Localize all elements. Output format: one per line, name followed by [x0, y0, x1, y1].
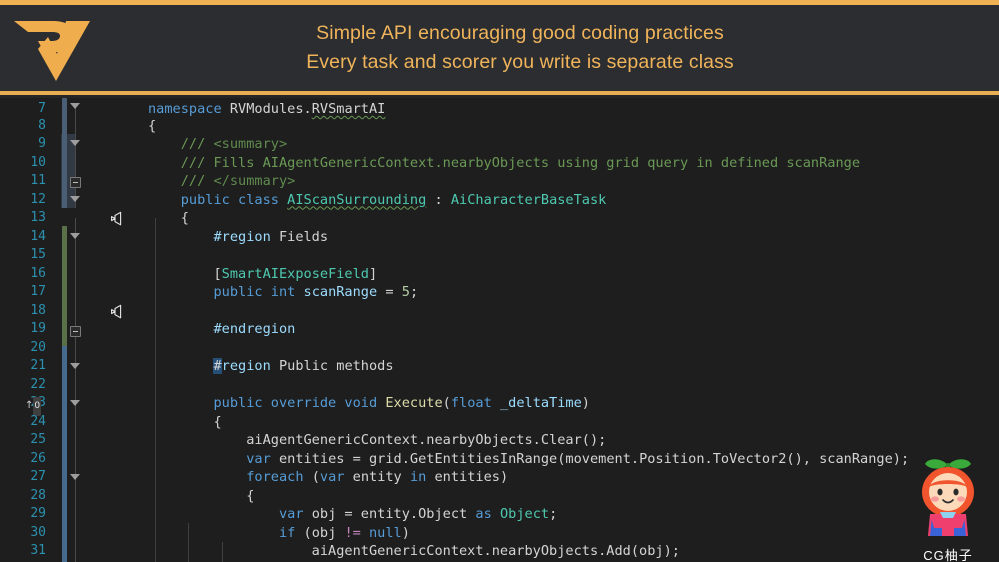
line-content: foreach (var entity in entities): [246, 469, 509, 485]
line-content: aiAgentGenericContext.nearbyObjects.Clea…: [148, 432, 607, 448]
code-line-list: 7 namespace RVModules.RVSmartAI 8 { 9 //…: [0, 98, 999, 562]
line-content: /// </summary>: [148, 173, 296, 189]
header-banner: Simple API encouraging good coding pract…: [0, 5, 999, 93]
line-number: 8: [38, 117, 46, 133]
code-line[interactable]: 26 var entities = grid.GetEntitiesInRang…: [0, 450, 999, 469]
code-line[interactable]: 23 ↑0 public override void Execute(float…: [0, 394, 999, 416]
line-content: if (obj != null): [278, 524, 410, 541]
code-line[interactable]: 11 /// </summary>: [0, 172, 999, 191]
line-content: {: [148, 210, 189, 226]
unity-icon[interactable]: [26, 193, 121, 226]
line-number: 31: [30, 543, 46, 558]
code-line[interactable]: 10 /// Fills AIAgentGenericContext.nearb…: [0, 154, 999, 173]
cg-youzi-mascot-icon: [922, 459, 974, 536]
code-line[interactable]: 13 {: [0, 209, 999, 228]
line-number: 26: [30, 450, 46, 466]
line-number: 14: [30, 228, 46, 244]
code-line[interactable]: 28 {: [0, 487, 999, 506]
code-line[interactable]: 27 foreach (var entity in entities): [0, 468, 999, 487]
code-line[interactable]: 25 aiAgentGenericContext.nearbyObjects.C…: [0, 431, 999, 450]
screenshot-root: Simple API encouraging good coding pract…: [0, 0, 999, 562]
code-line[interactable]: 30 if (obj != null): [0, 524, 999, 543]
line-content: [SmartAIExposeField]: [148, 265, 378, 282]
line-content: {: [148, 413, 222, 430]
unity-icon[interactable]: [26, 285, 121, 318]
line-content: aiAgentGenericContext.nearbyObjects.Add(…: [148, 543, 680, 559]
code-line[interactable]: 8 {: [0, 117, 999, 136]
line-number: 10: [30, 154, 46, 170]
code-line[interactable]: 21 #region Public methods: [0, 357, 999, 376]
code-line[interactable]: 22: [0, 376, 999, 395]
line-content: {: [148, 117, 157, 134]
code-line[interactable]: 24 {: [0, 413, 999, 432]
line-number: 28: [30, 487, 46, 503]
code-line[interactable]: 29 var obj = entity.Object as Object;: [0, 505, 999, 524]
line-number: 19: [30, 321, 46, 336]
line-number: 24: [30, 413, 46, 429]
code-line[interactable]: 15: [0, 246, 999, 265]
line-number: 13: [30, 210, 46, 225]
line-content: var entities = grid.GetEntitiesInRange(m…: [246, 450, 910, 467]
line-content: public override void Execute(float _delt…: [213, 395, 590, 411]
code-line[interactable]: 19 #endregion: [0, 320, 999, 339]
watermark-label: CG柚子: [923, 548, 973, 562]
line-number: 21: [30, 358, 46, 373]
watermark: CG柚子: [909, 454, 987, 562]
line-number: 22: [30, 376, 46, 392]
line-number: 9: [38, 136, 46, 151]
line-number: 30: [30, 524, 46, 540]
code-line[interactable]: 17 public int scanRange = 5;: [0, 283, 999, 318]
line-content: {: [148, 487, 255, 504]
line-content: #endregion: [148, 321, 296, 337]
line-number: 25: [30, 432, 46, 447]
code-line[interactable]: 12 public class AIScanSurrounding : AiCh…: [0, 191, 999, 226]
code-line[interactable]: 31 aiAgentGenericContext.nearbyObjects.A…: [0, 542, 999, 561]
code-line[interactable]: 16 [SmartAIExposeField]: [0, 265, 999, 284]
line-content: var obj = entity.Object as Object;: [278, 506, 558, 522]
line-content: public class AIScanSurrounding : AiChara…: [180, 191, 607, 208]
rv-logo-icon: [8, 15, 96, 87]
line-number: 15: [30, 247, 46, 262]
line-content: #region Fields: [148, 228, 329, 245]
tagline-line-2: Every task and scorer you write is separ…: [306, 50, 734, 73]
code-line[interactable]: 9 /// <summary>: [0, 135, 999, 154]
line-content: /// <summary>: [148, 136, 288, 152]
line-number: 16: [30, 265, 46, 281]
code-editor[interactable]: 7 namespace RVModules.RVSmartAI 8 { 9 //…: [0, 98, 999, 562]
line-content: public int scanRange = 5;: [213, 284, 419, 300]
line-content: #region Public methods: [213, 358, 394, 374]
line-number: 29: [30, 506, 46, 521]
line-number: 20: [30, 339, 46, 355]
line-number: 11: [30, 173, 46, 188]
code-line[interactable]: 14 #region Fields: [0, 228, 999, 247]
code-line[interactable]: 20: [0, 339, 999, 358]
line-number: 18: [30, 302, 46, 318]
tagline-line-1: Simple API encouraging good coding pract…: [316, 22, 724, 44]
code-line[interactable]: 18: [0, 302, 999, 321]
header-tagline: Simple API encouraging good coding pract…: [200, 21, 840, 75]
line-number: 27: [30, 469, 46, 484]
line-content: /// Fills AIAgentGenericContext.nearbyOb…: [148, 154, 861, 171]
